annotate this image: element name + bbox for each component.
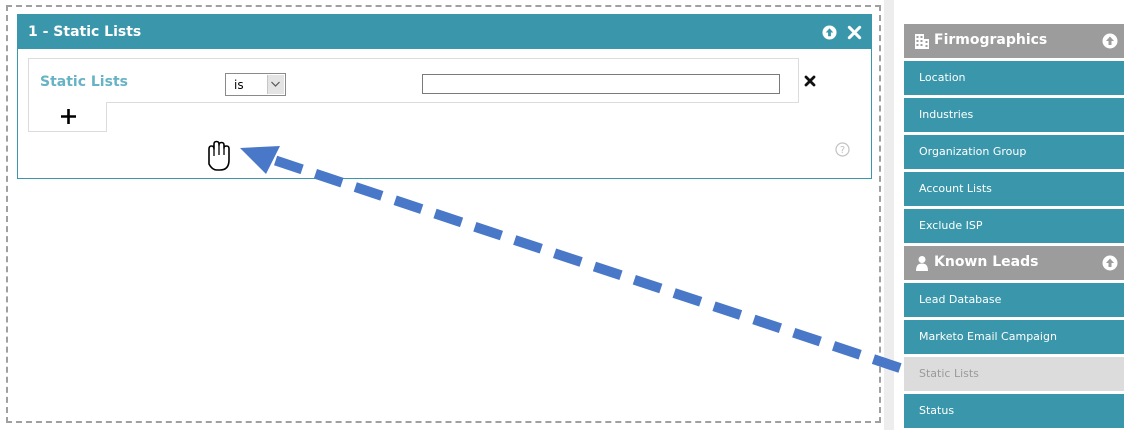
sidebar-item-static-lists[interactable]: Static Lists: [904, 354, 1124, 391]
filter-sidebar: Firmographics Location Industries Organi…: [904, 24, 1124, 428]
sidebar-item-status[interactable]: Status: [904, 391, 1124, 428]
sidebar-item-exclude-isp[interactable]: Exclude ISP: [904, 206, 1124, 243]
arrow-up-circle-icon[interactable]: [1102, 33, 1118, 49]
filter-row: Static Lists is: [28, 58, 799, 103]
sidebar-item-label: Organization Group: [919, 145, 1027, 158]
sidebar-item-label: Status: [919, 404, 955, 417]
operator-select-value: is: [234, 78, 244, 92]
sidebar-item-account-lists[interactable]: Account Lists: [904, 169, 1124, 206]
filter-value-input[interactable]: [422, 74, 780, 94]
section-header-known-leads[interactable]: Known Leads: [904, 246, 1124, 280]
sidebar-item-label: Lead Database: [919, 293, 1002, 306]
filter-panel-header: 1 - Static Lists: [18, 15, 871, 49]
question-circle-icon[interactable]: ?: [835, 142, 850, 157]
add-filter-button[interactable]: [28, 102, 107, 132]
close-icon[interactable]: [804, 75, 816, 87]
arrow-up-circle-icon[interactable]: [822, 25, 837, 40]
sidebar-item-lead-database[interactable]: Lead Database: [904, 280, 1124, 317]
filter-row-label: Static Lists: [40, 74, 128, 90]
section-title: Firmographics: [934, 32, 1048, 48]
plus-icon: [61, 109, 76, 124]
svg-text:?: ?: [840, 145, 845, 156]
sidebar-item-label: Location: [919, 71, 966, 84]
sidebar-item-marketo-email-campaign[interactable]: Marketo Email Campaign: [904, 317, 1124, 354]
sidebar-item-label: Static Lists: [919, 367, 979, 380]
building-icon: [915, 34, 929, 49]
sidebar-item-industries[interactable]: Industries: [904, 95, 1124, 132]
sidebar-item-label: Account Lists: [919, 182, 992, 195]
section-header-firmographics[interactable]: Firmographics: [904, 24, 1124, 58]
sidebar-item-label: Exclude ISP: [919, 219, 983, 232]
sidebar-item-location[interactable]: Location: [904, 58, 1124, 95]
person-icon: [916, 256, 928, 271]
sidebar-item-organization-group[interactable]: Organization Group: [904, 132, 1124, 169]
chevron-down-icon[interactable]: [267, 75, 284, 94]
filter-panel-title: 1 - Static Lists: [28, 24, 142, 40]
filter-panel: 1 - Static Lists Static Lists is ?: [17, 14, 872, 179]
arrow-up-circle-icon[interactable]: [1102, 255, 1118, 271]
operator-select[interactable]: is: [225, 73, 286, 96]
sidebar-item-label: Marketo Email Campaign: [919, 330, 1057, 343]
section-title: Known Leads: [934, 254, 1039, 270]
close-icon[interactable]: [847, 25, 862, 40]
panel-divider: [884, 0, 894, 430]
sidebar-item-label: Industries: [919, 108, 974, 121]
